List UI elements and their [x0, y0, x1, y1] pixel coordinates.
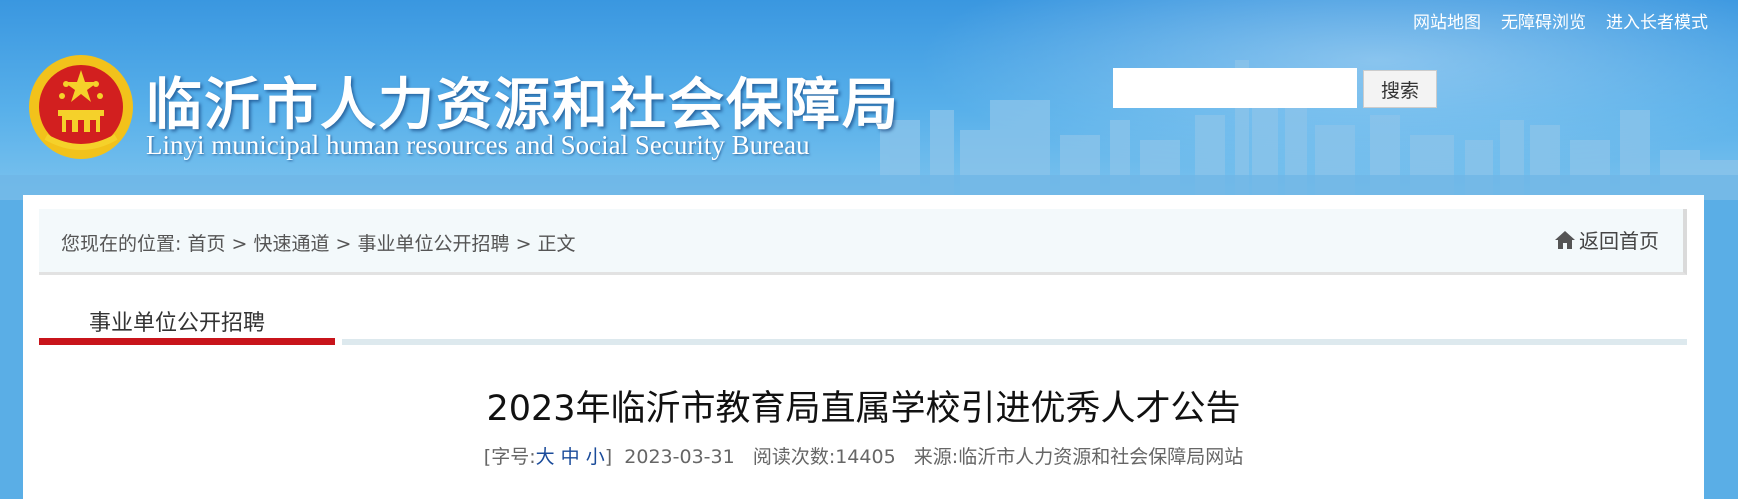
- views-count: 14405: [835, 446, 896, 468]
- article-title: 2023年临沂市教育局直属学校引进优秀人才公告: [486, 389, 1241, 429]
- publish-date: 2023-03-31: [624, 446, 735, 468]
- section-tab-strip: 事业单位公开招聘: [39, 295, 1687, 345]
- breadcrumb-separator: >: [515, 233, 532, 255]
- back-home-label: 返回首页: [1579, 229, 1659, 253]
- home-icon: [1555, 230, 1575, 249]
- main-content: 您现在的位置: 首页 > 快速通道 > 事业单位公开招聘 > 正文 返回首页 事…: [23, 195, 1704, 499]
- breadcrumb-prefix: 您现在的位置:: [61, 233, 182, 255]
- article-meta: [字号:大 中 小] 2023-03-31 阅读次数:14405 来源:临沂市人…: [23, 442, 1704, 469]
- breadcrumb-item-current: 正文: [537, 233, 576, 255]
- site-header: 网站地图 无障碍浏览 进入长者模式 临沂市人力资源和社会保障局 Linyi mu…: [0, 0, 1738, 200]
- accessibility-link[interactable]: 无障碍浏览: [1501, 8, 1586, 33]
- breadcrumb-item-recruitment[interactable]: 事业单位公开招聘: [358, 233, 510, 255]
- breadcrumb-separator: >: [335, 233, 352, 255]
- font-size-medium[interactable]: 中: [561, 446, 580, 468]
- source-label: 来源:: [913, 446, 959, 468]
- breadcrumb-bar: 您现在的位置: 首页 > 快速通道 > 事业单位公开招聘 > 正文 返回首页: [39, 209, 1687, 275]
- breadcrumb-item-home[interactable]: 首页: [187, 233, 225, 255]
- breadcrumb: 您现在的位置: 首页 > 快速通道 > 事业单位公开招聘 > 正文: [61, 229, 576, 256]
- search-button[interactable]: 搜索: [1363, 70, 1437, 108]
- views-label: 阅读次数:: [752, 446, 836, 468]
- elder-mode-link[interactable]: 进入长者模式: [1606, 8, 1708, 33]
- top-links: 网站地图 无障碍浏览 进入长者模式: [1413, 8, 1708, 33]
- search-input[interactable]: [1113, 68, 1357, 108]
- font-size-small[interactable]: 小: [586, 446, 605, 468]
- site-subtitle: Linyi municipal human resources and Soci…: [146, 130, 810, 160]
- tab-recruitment[interactable]: 事业单位公开招聘: [89, 305, 265, 337]
- back-home-link[interactable]: 返回首页: [1553, 225, 1659, 254]
- sitemap-link[interactable]: 网站地图: [1413, 8, 1481, 33]
- national-emblem-icon: [29, 55, 133, 159]
- site-title: 临沂市人力资源和社会保障局: [146, 73, 900, 138]
- breadcrumb-separator: >: [231, 233, 248, 255]
- tab-divider: [342, 339, 1687, 345]
- font-size-label-close: ]: [604, 446, 613, 468]
- source-value: 临沂市人力资源和社会保障局网站: [958, 446, 1244, 468]
- tab-active-indicator: [39, 338, 335, 345]
- font-size-label-open: [字号:: [483, 446, 536, 468]
- font-size-large[interactable]: 大: [536, 446, 555, 468]
- breadcrumb-item-fast-channel[interactable]: 快速通道: [253, 233, 329, 255]
